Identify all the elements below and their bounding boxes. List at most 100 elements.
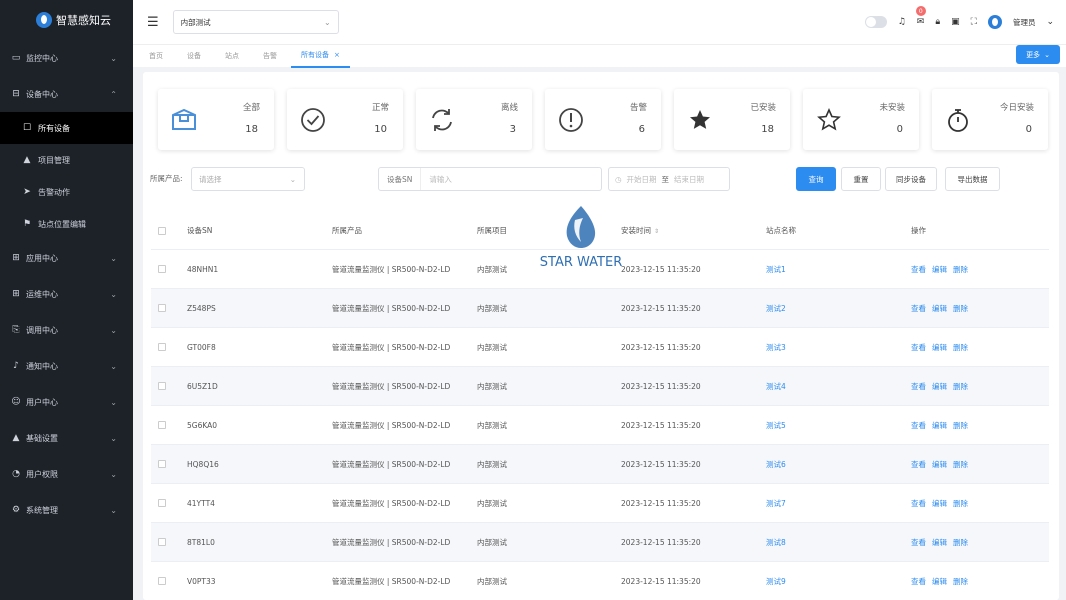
view-link[interactable]: 查看	[911, 303, 926, 314]
sync-devices-button[interactable]: 同步设备	[885, 167, 937, 191]
cell-site-link[interactable]: 测试7	[766, 498, 911, 509]
edit-link[interactable]: 编辑	[932, 459, 947, 470]
fullscreen-icon[interactable]: ⛶	[971, 17, 977, 27]
avatar[interactable]	[987, 15, 1002, 29]
product-select[interactable]: 请选择 ⌄	[191, 167, 305, 191]
col-install-time[interactable]: 安装时间 ⇕	[621, 225, 766, 236]
stat-card-today-installed[interactable]: 今日安装 0	[932, 89, 1048, 150]
view-link[interactable]: 查看	[911, 459, 926, 470]
stat-card-not-installed[interactable]: 未安装 0	[803, 89, 919, 150]
sidebar-item-label: 用户中心	[26, 397, 58, 407]
col-product: 所属产品	[332, 226, 362, 235]
edit-link[interactable]: 编辑	[932, 303, 947, 314]
delete-link[interactable]: 删除	[953, 342, 968, 353]
sidebar-subitem-site-location[interactable]: ⚑ 站点位置编辑	[0, 208, 133, 240]
stat-card-installed[interactable]: 已安装 18	[674, 89, 790, 150]
delete-link[interactable]: 删除	[953, 498, 968, 509]
row-checkbox[interactable]	[158, 421, 166, 429]
query-button[interactable]: 查询	[796, 167, 836, 191]
view-link[interactable]: 查看	[911, 537, 926, 548]
cell-install-time: 2023-12-15 11:35:20	[621, 459, 701, 469]
select-all-checkbox[interactable]	[158, 226, 166, 235]
view-link[interactable]: 查看	[911, 381, 926, 392]
edit-link[interactable]: 编辑	[932, 420, 947, 431]
close-icon[interactable]: ×	[334, 51, 340, 59]
sidebar-item-system[interactable]: ⚙ 系统管理 ⌄	[0, 492, 133, 528]
table-row: 8T81L0 管道流量监测仪 | SR500-N-D2-LD 内部测试 2023…	[151, 523, 1049, 562]
row-checkbox[interactable]	[158, 265, 166, 273]
menu-toggle-icon[interactable]: ☰	[147, 15, 159, 30]
edit-link[interactable]: 编辑	[932, 264, 947, 275]
view-link[interactable]: 查看	[911, 342, 926, 353]
theme-toggle[interactable]	[864, 16, 887, 28]
delete-link[interactable]: 删除	[953, 420, 968, 431]
sidebar-item-device[interactable]: ⊟ 设备中心 ⌃	[0, 76, 133, 112]
row-checkbox[interactable]	[158, 304, 166, 312]
cell-site-link[interactable]: 测试9	[766, 576, 911, 587]
export-data-button[interactable]: 导出数据	[945, 167, 1000, 191]
chevron-down-icon: ⌄	[110, 53, 117, 63]
view-link[interactable]: 查看	[911, 576, 926, 587]
row-checkbox[interactable]	[158, 382, 166, 390]
row-checkbox[interactable]	[158, 343, 166, 351]
tab-site[interactable]: 站点	[225, 45, 239, 68]
edit-link[interactable]: 编辑	[932, 342, 947, 353]
edit-link[interactable]: 编辑	[932, 576, 947, 587]
mail-icon[interactable]: ✉ 0	[915, 6, 926, 27]
delete-link[interactable]: 删除	[953, 303, 968, 314]
sidebar-item-ops[interactable]: ⊞ 运维中心 ⌄	[0, 276, 133, 312]
cell-site-link[interactable]: 测试2	[766, 303, 911, 314]
tab-alarm[interactable]: 告警	[263, 45, 277, 68]
sidebar-subitem-all-devices[interactable]: ☐ 所有设备	[0, 112, 133, 144]
tab-home[interactable]: 首页	[149, 45, 163, 68]
delete-link[interactable]: 删除	[953, 537, 968, 548]
delete-link[interactable]: 删除	[953, 459, 968, 470]
row-checkbox[interactable]	[158, 499, 166, 507]
stat-card-normal[interactable]: 正常 10	[287, 89, 403, 150]
row-checkbox[interactable]	[158, 577, 166, 585]
view-link[interactable]: 查看	[911, 420, 926, 431]
view-link[interactable]: 查看	[911, 498, 926, 509]
delete-link[interactable]: 删除	[953, 576, 968, 587]
sidebar-subitem-alarm-actions[interactable]: ➤ 告警动作	[0, 176, 133, 208]
app-logo[interactable]: 智慧感知云	[0, 0, 133, 40]
cell-site-link[interactable]: 测试6	[766, 459, 911, 470]
stat-card-offline[interactable]: 离线 3	[416, 89, 532, 150]
sidebar-item-base-settings[interactable]: ▲ 基础设置 ⌄	[0, 420, 133, 456]
sidebar-item-calls[interactable]: ⎘ 调用中心 ⌄	[0, 312, 133, 348]
sidebar-subitem-projects[interactable]: ▲ 项目管理	[0, 144, 133, 176]
bell-icon[interactable]: ♫	[898, 17, 906, 27]
lock-icon[interactable]: 🔒︎	[935, 17, 940, 27]
sidebar-item-notify[interactable]: ♪ 通知中心 ⌄	[0, 348, 133, 384]
stat-card-total[interactable]: 全部 18	[158, 89, 274, 150]
row-checkbox[interactable]	[158, 460, 166, 468]
delete-link[interactable]: 删除	[953, 381, 968, 392]
tab-all-devices[interactable]: 所有设备 ×	[291, 45, 350, 68]
user-name[interactable]: 管理员	[1013, 17, 1036, 28]
tab-device[interactable]: 设备	[187, 45, 201, 68]
reset-button[interactable]: 重置	[841, 167, 881, 191]
cell-site-link[interactable]: 测试8	[766, 537, 911, 548]
screen-icon[interactable]: ▣	[951, 17, 960, 27]
sidebar-item-users[interactable]: ☺ 用户中心 ⌄	[0, 384, 133, 420]
sn-input[interactable]: 设备SN 请输入	[378, 167, 602, 191]
row-checkbox[interactable]	[158, 538, 166, 546]
sidebar-item-apps[interactable]: ⊞ 应用中心 ⌄	[0, 240, 133, 276]
cell-site-link[interactable]: 测试5	[766, 420, 911, 431]
delete-link[interactable]: 删除	[953, 264, 968, 275]
edit-link[interactable]: 编辑	[932, 381, 947, 392]
more-button[interactable]: 更多 ⌄	[1016, 45, 1060, 64]
sidebar-item-permissions[interactable]: ◔ 用户权限 ⌄	[0, 456, 133, 492]
chevron-down-icon[interactable]: ⌄	[1046, 17, 1054, 27]
cell-site-link[interactable]: 测试4	[766, 381, 911, 392]
date-range-picker[interactable]: ◷ 开始日期 至 结束日期	[608, 167, 730, 191]
project-select[interactable]: 内部测试 ⌄	[172, 10, 339, 34]
view-link[interactable]: 查看	[911, 264, 926, 275]
cell-site-link[interactable]: 测试1	[766, 264, 911, 275]
edit-link[interactable]: 编辑	[932, 537, 947, 548]
cell-site-link[interactable]: 测试3	[766, 342, 911, 353]
stat-card-alarm[interactable]: 告警 6	[545, 89, 661, 150]
edit-link[interactable]: 编辑	[932, 498, 947, 509]
sort-icon[interactable]: ⇕	[654, 228, 659, 235]
sidebar-item-monitor[interactable]: ▭ 监控中心 ⌄	[0, 40, 133, 76]
